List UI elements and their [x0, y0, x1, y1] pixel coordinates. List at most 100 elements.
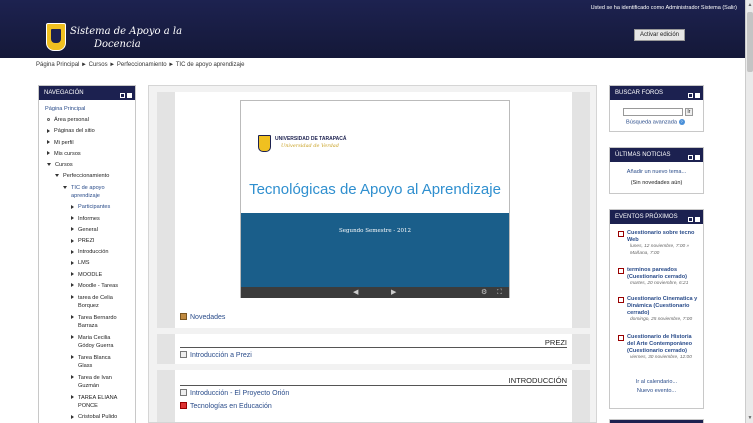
- nav-item-courses[interactable]: Cursos: [45, 160, 135, 171]
- slideshow-controls: ◀ ▶ ⚙ ⛶: [241, 287, 509, 298]
- nav-item-prezi[interactable]: PREZI: [45, 236, 135, 247]
- next-slide-icon[interactable]: ▶: [391, 289, 396, 296]
- advanced-search-label: Búsqueda avanzada: [626, 119, 678, 126]
- collapse-icon[interactable]: [688, 155, 693, 160]
- nav-item-maria-cecilia[interactable]: Maria Cecilia Gódoy Guerra: [45, 332, 135, 352]
- no-news-text: (Sin novedades aún): [630, 180, 683, 186]
- page-scrollbar[interactable]: ▲ ▼: [745, 0, 753, 423]
- nav-item-moodle[interactable]: MOODLE: [45, 270, 135, 281]
- turn-editing-on-button[interactable]: Activar edición: [634, 29, 685, 41]
- navigation-title: NAVEGACIÓN: [44, 90, 84, 96]
- event-item[interactable]: Cuestionario de Historia del Arte Contem…: [618, 334, 700, 362]
- nav-label: Páginas del sitio: [54, 128, 95, 135]
- expand-arrow-icon: [71, 283, 74, 288]
- nav-label: Mis cursos: [54, 150, 81, 157]
- nav-label: Moodle - Tareas: [78, 282, 119, 289]
- advanced-search-link[interactable]: Búsqueda avanzada ?: [626, 119, 685, 125]
- event-item[interactable]: Cuestionario sobre tecno Web lunes, 12 n…: [618, 230, 700, 257]
- event-item[interactable]: terminos pareados (Cuestionario cerrado)…: [618, 267, 700, 288]
- expand-arrow-icon: [71, 395, 74, 400]
- nav-label: TAREA ELIANA PONCE: [78, 394, 118, 410]
- nav-item-tarea-ivan[interactable]: Tarea de Ivan Guzmán: [45, 372, 135, 392]
- site-title[interactable]: Sistema de Apoyo a la Docencia: [70, 25, 182, 51]
- site-header: Usted se ha identificado como Administra…: [0, 0, 745, 58]
- nav-label: Maria Cecilia Gódoy Guerra: [78, 334, 114, 350]
- nav-item-lms[interactable]: LMS: [45, 258, 135, 269]
- nav-item-current-course[interactable]: TIC de apoyo aprendizaje: [45, 182, 135, 202]
- nav-item-introduction[interactable]: Introducción: [45, 247, 135, 258]
- nav-label: PREZI: [78, 238, 95, 245]
- collapse-icon[interactable]: [688, 93, 693, 98]
- help-icon[interactable]: ?: [678, 119, 685, 125]
- dock-icon[interactable]: [127, 93, 132, 98]
- expand-arrow-icon: [71, 295, 74, 300]
- collapse-arrow-icon: [47, 163, 51, 167]
- go-to-calendar-link[interactable]: Ir al calendario...: [610, 379, 703, 385]
- scroll-up-icon[interactable]: ▲: [747, 2, 753, 8]
- bullet-icon: [47, 118, 50, 122]
- previous-slide-icon[interactable]: ◀: [353, 289, 358, 296]
- nav-item-home[interactable]: Página Principal: [45, 104, 135, 115]
- nav-label: General: [78, 226, 98, 233]
- nav-label: MOODLE: [78, 271, 103, 278]
- scrollbar-thumb[interactable]: [747, 12, 753, 72]
- nav-item-tarea-bernardo[interactable]: Tarea Bernardo Barraza: [45, 312, 135, 332]
- slide-motto: Universidad de Verdad: [281, 143, 339, 149]
- event-name: terminos pareados (Cuestionario cerrado): [627, 267, 687, 280]
- nav-label: Tarea de Ivan Guzmán: [78, 374, 112, 390]
- expand-arrow-icon: [71, 355, 74, 360]
- scroll-down-icon[interactable]: ▼: [747, 415, 753, 421]
- nav-item-participants[interactable]: Participantes: [45, 202, 135, 213]
- university-crest-icon: [258, 135, 271, 152]
- expand-arrow-icon: [71, 414, 74, 419]
- course-section-general: UNIVERSIDAD DE TARAPACÁ Universidad de V…: [157, 92, 590, 328]
- resource-intro-prezi[interactable]: Introducción a Prezi: [180, 351, 252, 359]
- collapse-icon[interactable]: [120, 93, 125, 98]
- nav-item-general[interactable]: General: [45, 225, 135, 236]
- nav-item-tarea-eliana[interactable]: TAREA ELIANA PONCE: [45, 392, 135, 412]
- resource-label: Introducción - El Proyecto Orión: [190, 390, 290, 397]
- expand-arrow-icon: [47, 140, 50, 145]
- nav-item-dashboard[interactable]: Área personal: [45, 115, 135, 126]
- collapse-icon[interactable]: [688, 217, 693, 222]
- block-header: EVENTOS PRÓXIMOS: [610, 210, 703, 224]
- block-header: BUSCAR FOROS: [610, 86, 703, 100]
- dock-icon[interactable]: [695, 93, 700, 98]
- nav-label: Introducción: [78, 249, 109, 256]
- forum-search-input[interactable]: [623, 108, 683, 116]
- nav-item-category[interactable]: Perfeccionamiento: [45, 171, 135, 182]
- embedded-slideshow[interactable]: UNIVERSIDAD DE TARAPACÁ Universidad de V…: [240, 100, 510, 298]
- resource-proyecto-orion[interactable]: Introducción - El Proyecto Orión: [180, 389, 289, 397]
- forum-search: Ir: [623, 108, 693, 116]
- dock-icon[interactable]: [695, 217, 700, 222]
- breadcrumb[interactable]: Página Principal ► Cursos ► Perfeccionam…: [36, 62, 244, 68]
- nav-item-my-courses[interactable]: Mis cursos: [45, 149, 135, 160]
- fullscreen-icon[interactable]: ⛶: [497, 289, 502, 296]
- resource-news-forum[interactable]: Novedades: [180, 313, 225, 321]
- university-logo[interactable]: [46, 23, 66, 51]
- nav-item-site-pages[interactable]: Páginas del sitio: [45, 126, 135, 137]
- block-title: ÚLTIMAS NOTICIAS: [615, 152, 671, 158]
- slide-semester: Segundo Semestre - 2012: [339, 228, 411, 234]
- event-item[interactable]: Cuestionario Cinematica y Dinámica (Cues…: [618, 296, 700, 324]
- nav-item-tarea-blanca[interactable]: Tarea Blanca Glass: [45, 352, 135, 372]
- nav-label: Cursos: [55, 162, 73, 169]
- nav-item-tarea-celia[interactable]: tarea de Celia Borquez: [45, 292, 135, 312]
- resource-tecnologias-educacion[interactable]: Tecnologías en Educación: [180, 402, 272, 410]
- nav-label: Tarea Blanca Glass: [78, 354, 111, 370]
- search-forums-block: BUSCAR FOROS Ir Búsqueda avanzada ?: [609, 85, 704, 132]
- nav-label: Área personal: [54, 117, 89, 124]
- event-date: viernes, 30 noviembre, 12:00: [630, 355, 692, 360]
- nav-item-reports[interactable]: Informes: [45, 214, 135, 225]
- nav-item-cristobal[interactable]: Cristobal Pulido: [45, 412, 135, 423]
- new-event-link[interactable]: Nuevo evento...: [610, 388, 703, 394]
- section-divider: [180, 347, 567, 348]
- add-news-topic-link[interactable]: Añadir un nuevo tema...: [610, 169, 703, 175]
- forum-search-go-button[interactable]: Ir: [684, 108, 693, 116]
- nav-label: Página Principal: [45, 106, 86, 112]
- nav-item-profile[interactable]: Mi perfil: [45, 138, 135, 149]
- login-info[interactable]: Usted se ha identificado como Administra…: [591, 5, 737, 11]
- dock-icon[interactable]: [695, 155, 700, 160]
- nav-item-moodle-tareas[interactable]: Moodle - Tareas: [45, 281, 135, 292]
- settings-icon[interactable]: ⚙: [481, 289, 487, 296]
